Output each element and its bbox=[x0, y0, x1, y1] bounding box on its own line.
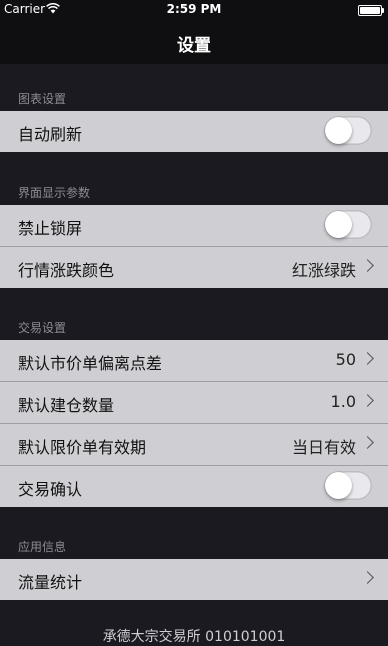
row-no-lock[interactable]: 禁止锁屏 bbox=[0, 205, 388, 246]
chevron-right-icon bbox=[361, 571, 374, 584]
chevron-right-icon bbox=[361, 436, 374, 449]
row-quote-color[interactable]: 行情涨跌颜色 红涨绿跌 bbox=[0, 246, 388, 288]
row-trade-confirm[interactable]: 交易确认 bbox=[0, 465, 388, 507]
row-label: 默认市价单偏离点差 bbox=[18, 354, 163, 373]
status-time: 2:59 PM bbox=[166, 2, 222, 16]
row-value: 1.0 bbox=[330, 392, 356, 411]
section-header-app: 应用信息 bbox=[18, 540, 67, 554]
row-validity[interactable]: 默认限价单有效期 当日有效 bbox=[0, 423, 388, 465]
chevron-right-icon bbox=[361, 394, 374, 407]
row-label: 流量统计 bbox=[18, 573, 83, 592]
toggle-knob bbox=[325, 117, 352, 144]
group-trade: 默认市价单偏离点差 50 默认建仓数量 1.0 默认限价单有效期 当日有效 交易… bbox=[0, 340, 388, 507]
row-value: 红涨绿跌 bbox=[291, 261, 356, 280]
row-label: 禁止锁屏 bbox=[18, 219, 83, 238]
section-header-trade: 交易设置 bbox=[18, 321, 67, 335]
row-label: 自动刷新 bbox=[18, 125, 83, 144]
no-lock-toggle[interactable] bbox=[324, 210, 372, 239]
row-spread[interactable]: 默认市价单偏离点差 50 bbox=[0, 340, 388, 381]
trade-confirm-toggle[interactable] bbox=[324, 471, 372, 500]
row-auto-refresh[interactable]: 自动刷新 bbox=[0, 111, 388, 152]
toggle-knob bbox=[325, 211, 352, 238]
row-label: 行情涨跌颜色 bbox=[18, 261, 115, 280]
group-display: 禁止锁屏 行情涨跌颜色 红涨绿跌 bbox=[0, 205, 388, 288]
auto-refresh-toggle[interactable] bbox=[324, 116, 372, 145]
row-traffic-stats[interactable]: 流量统计 bbox=[0, 559, 388, 600]
footer-text: 承德大宗交易所 010101001 bbox=[102, 629, 286, 645]
section-header-chart: 图表设置 bbox=[18, 92, 67, 106]
row-label: 默认限价单有效期 bbox=[18, 438, 147, 457]
row-quantity[interactable]: 默认建仓数量 1.0 bbox=[0, 381, 388, 423]
status-bar: Carrier 2:59 PM bbox=[0, 0, 388, 20]
navigation-bar: 设置 bbox=[0, 20, 388, 64]
toggle-knob bbox=[325, 472, 352, 499]
page-title: 设置 bbox=[177, 36, 211, 56]
battery-icon bbox=[358, 5, 384, 16]
row-value: 当日有效 bbox=[291, 438, 356, 457]
section-header-display: 界面显示参数 bbox=[18, 186, 91, 200]
group-app: 流量统计 bbox=[0, 559, 388, 600]
row-value: 50 bbox=[335, 350, 356, 369]
chevron-right-icon bbox=[361, 259, 374, 272]
group-chart: 自动刷新 bbox=[0, 111, 388, 152]
chevron-right-icon bbox=[361, 352, 374, 365]
row-label: 交易确认 bbox=[18, 480, 83, 499]
row-label: 默认建仓数量 bbox=[18, 396, 115, 415]
